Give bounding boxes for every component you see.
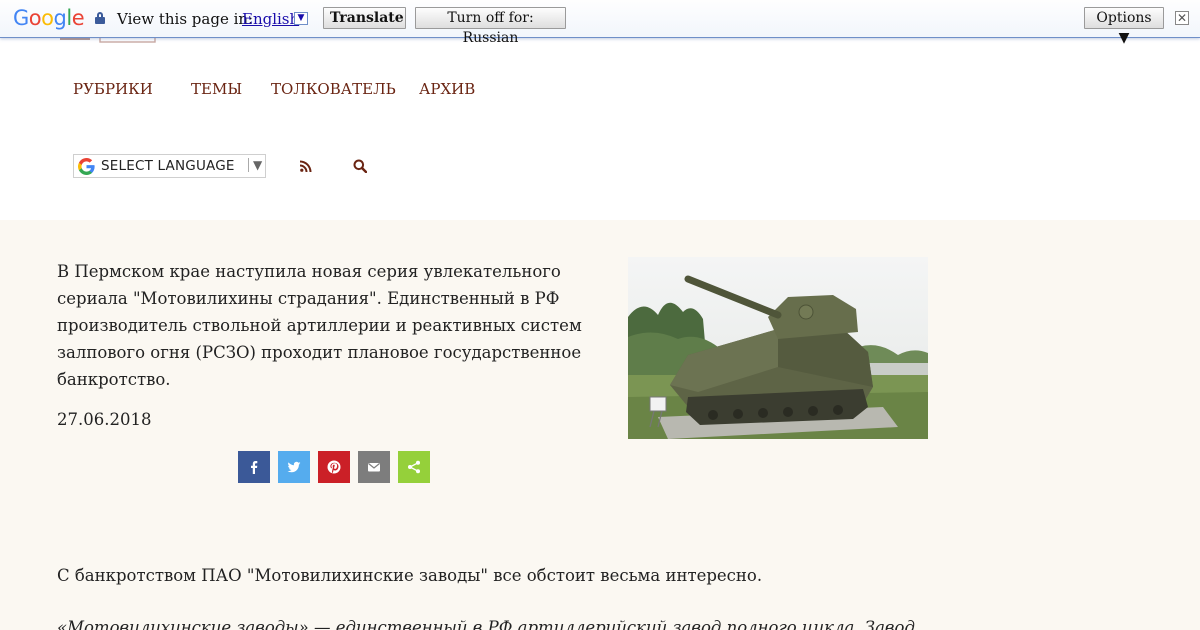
- nav-item-temy[interactable]: ТЕМЫ: [191, 80, 242, 98]
- share-twitter-button[interactable]: [278, 451, 310, 483]
- google-logo-letter: o: [41, 6, 54, 30]
- share-pinterest-button[interactable]: [318, 451, 350, 483]
- lock-icon: [95, 12, 105, 24]
- article-lead: В Пермском крае наступила новая серия ув…: [57, 262, 582, 389]
- nav-item-arkhiv[interactable]: АРХИВ: [419, 80, 475, 98]
- share-email-button[interactable]: [358, 451, 390, 483]
- nav-item-rubriki[interactable]: РУБРИКИ: [73, 80, 153, 98]
- google-translate-bar: Google View this page in: English ▼ Tran…: [0, 0, 1200, 46]
- language-link[interactable]: English: [242, 10, 299, 28]
- share-facebook-button[interactable]: [238, 451, 270, 483]
- chevron-down-icon: ▼: [248, 158, 262, 172]
- email-icon: [368, 463, 380, 472]
- search-icon[interactable]: [353, 159, 367, 173]
- translate-button[interactable]: Translate: [323, 7, 406, 29]
- article-photo-tank: [628, 257, 928, 439]
- google-logo-letter: G: [13, 6, 29, 30]
- select-language-label: SELECT LANGUAGE: [101, 158, 235, 174]
- facebook-icon: [251, 461, 258, 474]
- rss-icon[interactable]: [300, 160, 312, 172]
- share-icon: [408, 460, 420, 474]
- article-paragraph: С банкротством ПАО "Мотовилихинские заво…: [57, 566, 763, 585]
- article-date: 27.06.2018: [57, 410, 152, 429]
- nav-item-tolkovatel[interactable]: ТОЛКОВАТЕЛЬ: [271, 80, 396, 98]
- view-page-label: View this page in:: [117, 10, 254, 28]
- google-logo-letter: o: [28, 6, 42, 30]
- language-select[interactable]: SELECT LANGUAGE ▼: [73, 154, 266, 178]
- article-paragraph: «Мотовилихинские заводы» — единственный …: [57, 618, 915, 630]
- twitter-icon: [287, 461, 301, 473]
- google-g-icon: [78, 158, 95, 175]
- article-content: В Пермском крае наступила новая серия ув…: [0, 220, 1200, 630]
- language-dropdown-icon[interactable]: ▼: [294, 12, 308, 25]
- share-more-button[interactable]: [398, 451, 430, 483]
- google-logo: Google: [13, 6, 85, 30]
- close-icon[interactable]: ✕: [1175, 11, 1189, 25]
- google-logo-letter: g: [53, 6, 67, 30]
- options-button[interactable]: Options ▼: [1084, 7, 1164, 46]
- google-logo-letter: e: [71, 6, 85, 30]
- turn-off-button[interactable]: Turn off for: Russian: [415, 7, 566, 46]
- pinterest-icon: [327, 460, 341, 474]
